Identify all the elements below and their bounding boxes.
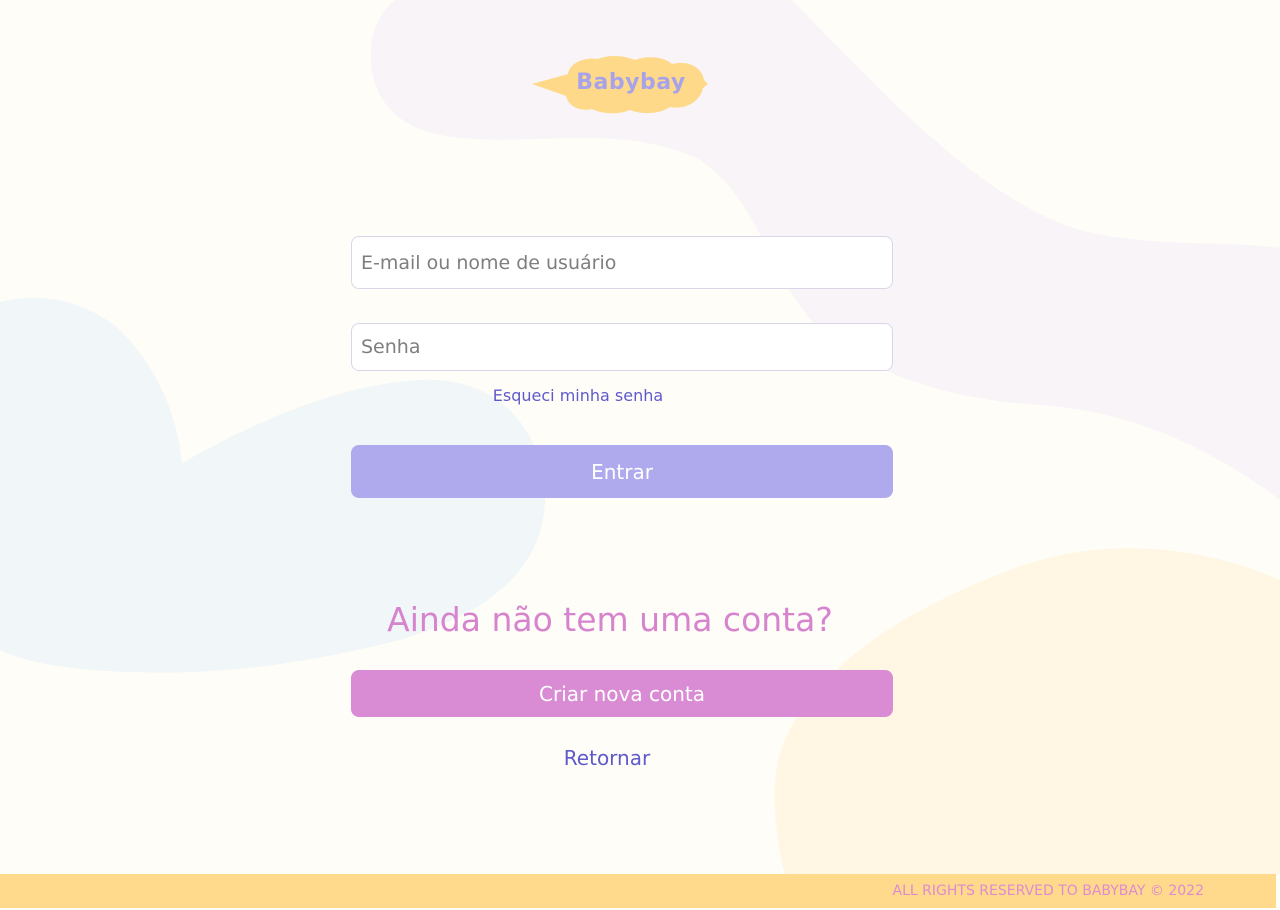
signup-heading: Ainda não tem uma conta? [387, 600, 833, 639]
babybay-logo[interactable]: Babybay [530, 52, 710, 118]
password-input[interactable] [351, 323, 893, 371]
forgot-password-link[interactable]: Esqueci minha senha [351, 386, 805, 405]
create-account-button[interactable]: Criar nova conta [351, 670, 893, 717]
footer: ALL RIGHTS RESERVED TO BABYBAY © 2022 [0, 874, 1276, 908]
back-link[interactable]: Retornar [351, 746, 863, 770]
login-button[interactable]: Entrar [351, 445, 893, 498]
footer-copyright: ALL RIGHTS RESERVED TO BABYBAY © 2022 [892, 883, 1204, 899]
email-username-input[interactable] [351, 236, 893, 289]
login-page: Babybay Esqueci minha senha Entrar Ainda… [0, 0, 1280, 910]
logo-text: Babybay [576, 70, 686, 95]
